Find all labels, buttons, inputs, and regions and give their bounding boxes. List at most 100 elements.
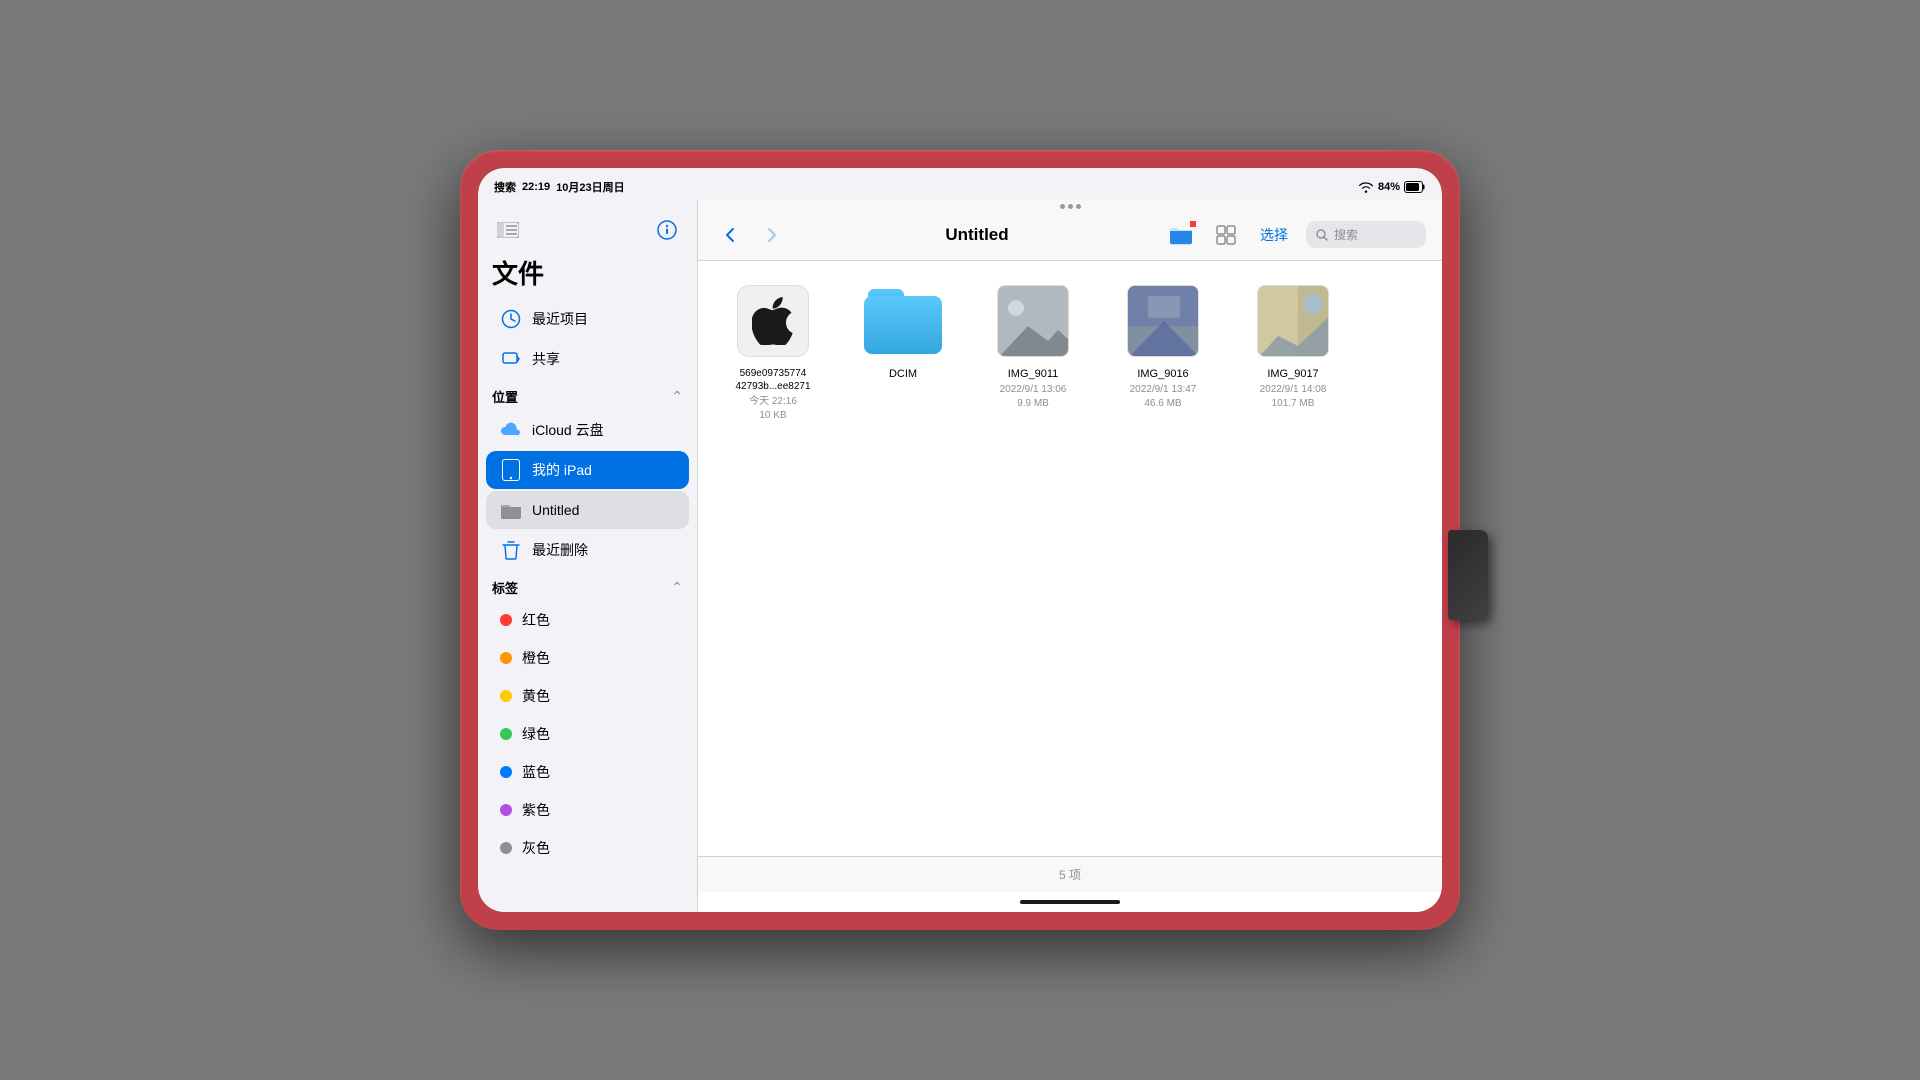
shared-label: 共享	[532, 349, 560, 369]
trash-icon	[500, 539, 522, 561]
sidebar-item-icloud[interactable]: iCloud 云盘	[486, 411, 689, 449]
sidebar-item-recents[interactable]: 最近项目	[486, 300, 689, 338]
gray-dot	[500, 842, 512, 854]
tag-yellow-label: 黄色	[522, 686, 550, 706]
recently-deleted-label: 最近删除	[532, 540, 588, 560]
home-indicator	[698, 892, 1442, 912]
forward-button[interactable]	[756, 219, 788, 251]
toolbar-title: Untitled	[798, 225, 1156, 245]
red-dot	[500, 614, 512, 626]
bottom-bar: 5 项	[698, 856, 1442, 892]
img9011-name: IMG_9011	[1008, 367, 1059, 381]
img9016-thumb	[1127, 285, 1199, 357]
sidebar-item-tag-green[interactable]: 绿色	[486, 716, 689, 752]
toolbar-right: 选择 搜索	[1166, 219, 1426, 251]
sidebar-item-tag-gray[interactable]: 灰色	[486, 830, 689, 866]
back-button[interactable]	[714, 219, 746, 251]
untitled-label: Untitled	[532, 502, 579, 518]
status-time: 22:19	[522, 181, 550, 193]
apple-icon-bg	[737, 285, 809, 357]
yellow-dot	[500, 690, 512, 702]
tags-chevron: ⌃	[671, 579, 683, 596]
sidebar-item-tag-orange[interactable]: 橙色	[486, 640, 689, 676]
img9016-name: IMG_9016	[1137, 367, 1188, 381]
locations-section-title: 位置	[492, 387, 518, 406]
purple-dot	[500, 804, 512, 816]
sidebar-item-untitled[interactable]: Untitled	[486, 491, 689, 529]
img9016-icon	[1123, 281, 1203, 361]
folder-shape	[864, 289, 942, 354]
sidebar-header	[478, 210, 697, 254]
status-right: 84%	[1358, 181, 1426, 193]
myipad-label: 我的 iPad	[532, 460, 592, 480]
tags-section-header: 标签 ⌃	[478, 570, 697, 601]
shared-icon	[500, 348, 522, 370]
more-options-button[interactable]	[651, 214, 683, 246]
img9016-meta: 2022/9/1 13:4746.6 MB	[1130, 383, 1197, 411]
tag-gray-label: 灰色	[522, 838, 550, 858]
file-item-apple[interactable]: 569e0973577442793b...ee8271 今天 22:1610 K…	[718, 281, 828, 423]
tag-purple-label: 紫色	[522, 800, 550, 820]
home-bar	[1020, 900, 1120, 904]
img9016-preview	[1128, 286, 1198, 356]
sidebar-item-tag-yellow[interactable]: 黄色	[486, 678, 689, 714]
green-dot	[500, 728, 512, 740]
wifi-icon	[1358, 181, 1374, 193]
search-bar[interactable]: 搜索	[1306, 221, 1426, 248]
file-item-img9016[interactable]: IMG_9016 2022/9/1 13:4746.6 MB	[1108, 281, 1218, 423]
add-folder-button[interactable]	[1166, 219, 1198, 251]
recents-icon	[500, 308, 522, 330]
sidebar-item-shared[interactable]: 共享	[486, 340, 689, 378]
sidebar-item-tag-purple[interactable]: 紫色	[486, 792, 689, 828]
apple-file-icon	[733, 281, 813, 361]
myipad-icon	[500, 459, 522, 481]
sidebar-toggle-button[interactable]	[492, 214, 524, 246]
status-date: 10月23日周日	[556, 179, 624, 195]
blue-dot	[500, 766, 512, 778]
grid-view-icon	[1216, 225, 1236, 245]
items-count: 5 项	[1059, 866, 1081, 883]
apple-file-meta: 今天 22:1610 KB	[749, 395, 797, 423]
tags-section-title: 标签	[492, 578, 518, 597]
apple-file-name: 569e0973577442793b...ee8271	[735, 367, 810, 393]
content-toolbar: Untitled	[698, 209, 1442, 261]
icloud-icon	[500, 419, 522, 441]
usb-dongle	[1448, 530, 1488, 620]
file-item-dcim[interactable]: DCIM	[848, 281, 958, 423]
img9017-thumb	[1257, 285, 1329, 357]
locations-chevron: ⌃	[671, 388, 683, 405]
untitled-folder-icon	[500, 499, 522, 521]
folder-badge	[1189, 220, 1197, 228]
file-item-img9017[interactable]: IMG_9017 2022/9/1 14:08101.7 MB	[1238, 281, 1348, 423]
sidebar: 文件 最近项目	[478, 200, 698, 912]
sidebar-item-tag-blue[interactable]: 蓝色	[486, 754, 689, 790]
sidebar-item-tag-red[interactable]: 红色	[486, 602, 689, 638]
tag-red-label: 红色	[522, 610, 550, 630]
grid-view-button[interactable]	[1210, 219, 1242, 251]
recents-label: 最近项目	[532, 309, 588, 329]
select-button[interactable]: 选择	[1254, 219, 1294, 251]
search-status-label: 搜索	[494, 179, 516, 195]
orange-dot	[500, 652, 512, 664]
sidebar-item-myipad[interactable]: 我的 iPad	[486, 451, 689, 489]
img9017-meta: 2022/9/1 14:08101.7 MB	[1260, 383, 1327, 411]
dcim-name: DCIM	[889, 367, 917, 381]
dcim-folder-icon	[863, 281, 943, 361]
forward-icon	[767, 227, 777, 243]
sidebar-item-recently-deleted[interactable]: 最近删除	[486, 531, 689, 569]
status-bar: 搜索 22:19 10月23日周日 84%	[478, 168, 1442, 200]
folder-body	[864, 296, 942, 354]
ios-screen: 搜索 22:19 10月23日周日 84%	[478, 168, 1442, 912]
icloud-label: iCloud 云盘	[532, 420, 604, 440]
img9011-meta: 2022/9/1 13:069.9 MB	[1000, 383, 1067, 411]
img9011-thumb	[997, 285, 1069, 357]
select-label: 选择	[1260, 225, 1288, 245]
ipad-frame: 搜索 22:19 10月23日周日 84%	[460, 150, 1460, 930]
img9017-icon	[1253, 281, 1333, 361]
content-area: Untitled	[698, 200, 1442, 912]
tag-blue-label: 蓝色	[522, 762, 550, 782]
main-area: 文件 最近项目	[478, 200, 1442, 912]
files-grid: 569e0973577442793b...ee8271 今天 22:1610 K…	[698, 261, 1442, 856]
back-icon	[725, 227, 735, 243]
file-item-img9011[interactable]: IMG_9011 2022/9/1 13:069.9 MB	[978, 281, 1088, 423]
